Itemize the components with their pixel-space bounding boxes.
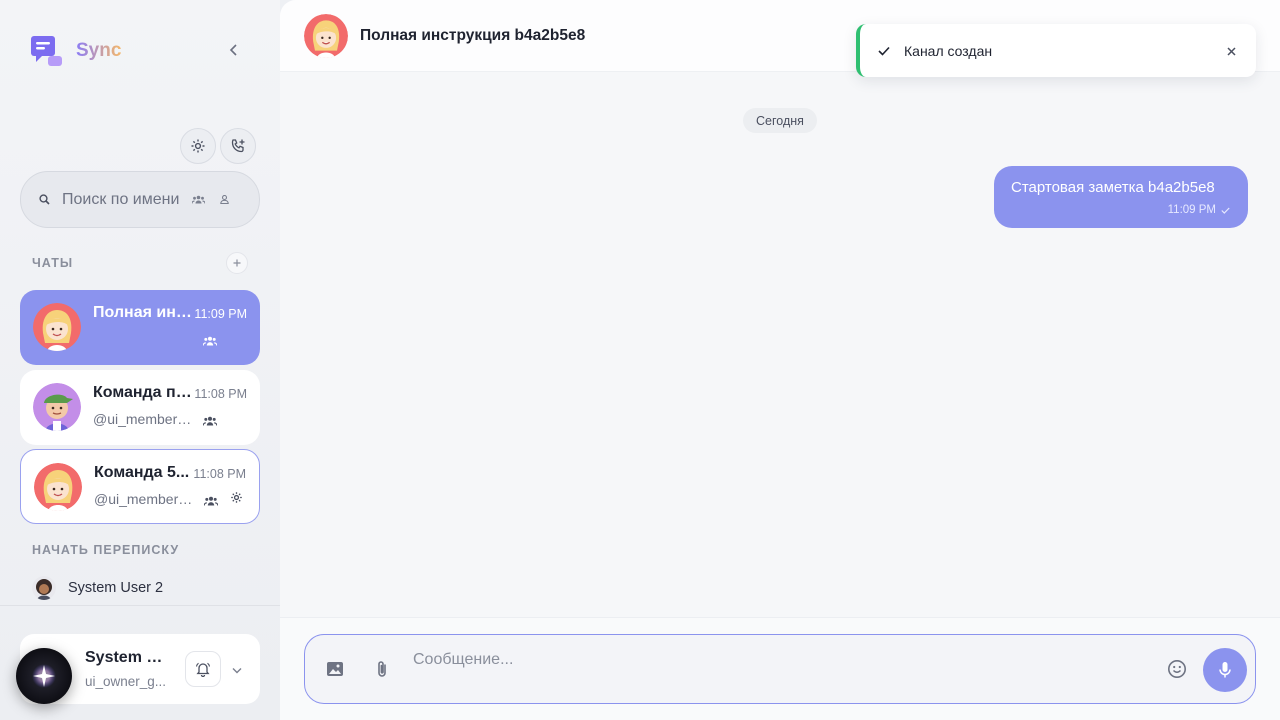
brand: Sync (30, 34, 121, 68)
gear-icon (191, 139, 205, 153)
chat-name: Команда 5... (94, 464, 190, 481)
chat-settings-gear-icon[interactable] (230, 491, 243, 509)
chat-name: Полная инструкция b4a2b5e8 (93, 304, 193, 321)
divider (0, 605, 280, 606)
check-icon (878, 46, 890, 56)
add-chat-button[interactable] (226, 252, 248, 274)
emoji-icon[interactable] (1167, 659, 1187, 684)
brand-name: Sync (76, 40, 122, 61)
chat-name: Команда по проекту (93, 384, 193, 401)
avatar (32, 576, 56, 600)
conversation-panel: Полная инструкция b4a2b5e8 Канал создан … (280, 0, 1280, 720)
chat-list-item[interactable]: Команда 5... 11:08 PM @ui_member_... (20, 449, 260, 524)
avatar (33, 303, 81, 351)
sidebar: Sync ЧАТЫ (0, 0, 280, 720)
microphone-button[interactable] (1203, 648, 1247, 692)
conversation-title: Полная инструкция b4a2b5e8 (360, 27, 586, 44)
toast-message: Канал создан (904, 42, 993, 59)
message-bubble[interactable]: Стартовая заметка b4a2b5e8 11:09 PM (994, 166, 1248, 228)
chat-time: 11:09 PM (194, 307, 247, 321)
chats-section-title: ЧАТЫ (32, 256, 74, 270)
avatar[interactable] (304, 14, 348, 58)
sparkle-icon (32, 664, 56, 688)
chevron-left-icon (229, 44, 237, 56)
check-icon (1221, 207, 1230, 214)
message-meta: 11:09 PM (1168, 204, 1230, 216)
assistant-orb-button[interactable] (16, 648, 72, 704)
chat-logo-icon (30, 34, 64, 68)
filter-groups-button[interactable] (190, 192, 206, 208)
collapse-sidebar-button[interactable] (224, 40, 244, 60)
phone-plus-icon (231, 139, 245, 153)
group-icon (191, 195, 205, 204)
date-separator: Сегодня (743, 108, 817, 133)
group-icon (202, 413, 218, 431)
close-icon[interactable] (1227, 43, 1236, 59)
chat-subtitle: @ui_member_... (94, 491, 194, 507)
search-icon (39, 194, 50, 205)
chat-list-item[interactable]: Команда по проекту 11:08 PM @ui_member_.… (20, 370, 260, 445)
toast-notification: Канал создан (856, 24, 1256, 77)
microphone-icon (1219, 662, 1231, 678)
avatar (33, 383, 81, 431)
bell-icon (195, 662, 211, 677)
filter-users-button[interactable] (216, 192, 232, 208)
paperclip-icon[interactable] (372, 659, 392, 684)
chat-list-item[interactable]: Полная инструкция b4a2b5e8 11:09 PM (20, 290, 260, 365)
chat-time: 11:08 PM (194, 387, 247, 401)
group-icon (203, 493, 219, 511)
settings-button[interactable] (180, 128, 216, 164)
message-composer (304, 634, 1256, 704)
chat-time: 11:08 PM (193, 467, 246, 481)
chevron-down-icon[interactable] (232, 661, 242, 679)
notifications-button[interactable] (185, 651, 221, 687)
start-conversation-section-title: НАЧАТЬ ПЕРЕПИСКУ (32, 543, 180, 557)
start-user-name: System User 2 (68, 580, 164, 596)
chat-subtitle: @ui_member_... (93, 411, 193, 427)
profile-name: System User (85, 649, 173, 666)
group-icon (202, 333, 218, 351)
search-input[interactable] (62, 190, 180, 209)
profile-handle: ui_owner_g... (85, 674, 167, 689)
user-icon (219, 195, 229, 204)
message-text: Стартовая заметка b4a2b5e8 (1011, 179, 1215, 196)
image-icon[interactable] (325, 659, 345, 684)
avatar (34, 463, 82, 511)
start-user-item[interactable]: System User 2 (32, 576, 163, 600)
plus-icon (233, 259, 241, 267)
new-call-button[interactable] (220, 128, 256, 164)
message-time: 11:09 PM (1167, 204, 1216, 216)
message-input[interactable] (413, 649, 1153, 671)
search-box (20, 171, 260, 228)
